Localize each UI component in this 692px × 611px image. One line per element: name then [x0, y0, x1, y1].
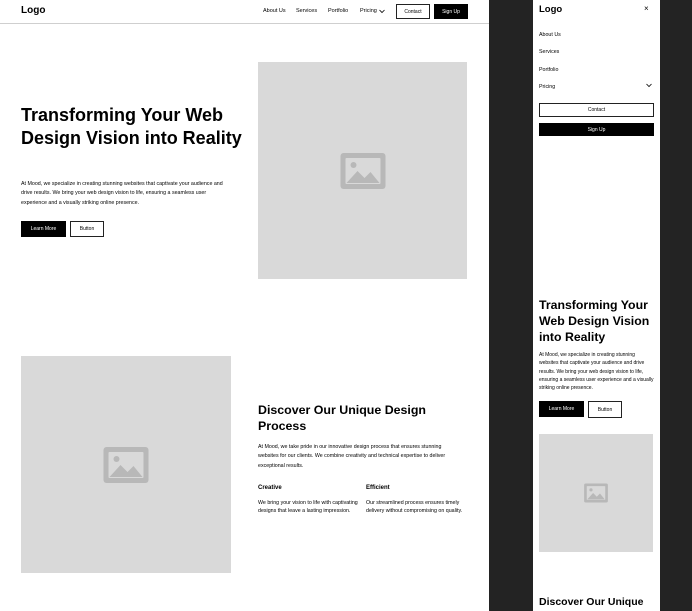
feature-text-creative: We bring your vision to life with captiv… — [258, 500, 358, 515]
menu-item-pricing[interactable]: Pricing — [539, 84, 555, 90]
menu-item-portfolio[interactable]: Portfolio — [539, 67, 558, 73]
learn-more-button[interactable]: Learn More — [539, 401, 584, 417]
secondary-button[interactable]: Button — [70, 221, 104, 237]
image-placeholder-icon — [584, 483, 608, 503]
nav-link-services[interactable]: Services — [296, 8, 317, 14]
desktop-frame: Logo About Us Services Portfolio Pricing… — [0, 0, 489, 611]
secondary-button[interactable]: Button — [588, 401, 622, 418]
feature-title-creative: Creative — [258, 485, 282, 491]
hero-description: At Mood, we specialize in creating stunn… — [21, 181, 223, 206]
hero-description: At Mood, we specialize in creating stunn… — [539, 352, 654, 392]
chevron-down-icon[interactable] — [379, 9, 385, 14]
contact-button[interactable]: Contact — [539, 103, 654, 117]
menu-item-services[interactable]: Services — [539, 49, 559, 55]
feature-title-efficient: Efficient — [366, 485, 390, 491]
feature-text-efficient: Our streamlined process ensures timely d… — [366, 500, 463, 515]
image-placeholder-icon — [103, 446, 149, 483]
sign-up-button[interactable]: Sign Up — [434, 4, 468, 19]
contact-button[interactable]: Contact — [396, 4, 430, 19]
menu-item-about[interactable]: About Us — [539, 32, 561, 38]
image-placeholder-icon — [340, 152, 385, 189]
sign-up-button[interactable]: Sign Up — [539, 123, 654, 136]
top-navigation: Logo About Us Services Portfolio Pricing… — [0, 0, 489, 24]
process-heading: Discover Our Unique — [539, 596, 644, 608]
hero-image — [258, 62, 467, 279]
nav-link-pricing[interactable]: Pricing — [360, 8, 377, 14]
hero-image — [539, 434, 653, 552]
hero-heading: Transforming Your Web Design Vision into… — [539, 298, 650, 345]
process-description: At Mood, we take pride in our innovative… — [258, 444, 446, 469]
nav-link-about[interactable]: About Us — [263, 8, 286, 14]
logo[interactable]: Logo — [539, 4, 562, 15]
nav-link-portfolio[interactable]: Portfolio — [328, 8, 348, 14]
chevron-down-icon[interactable] — [646, 83, 652, 88]
close-icon[interactable]: × — [644, 4, 649, 13]
hero-heading: Transforming Your Web Design Vision into… — [21, 105, 242, 148]
process-heading: Discover Our Unique Design Process — [258, 403, 426, 434]
logo[interactable]: Logo — [21, 5, 45, 16]
learn-more-button[interactable]: Learn More — [21, 221, 66, 237]
mobile-frame: Logo × About Us Services Portfolio Prici… — [533, 0, 660, 611]
process-image — [21, 356, 231, 573]
